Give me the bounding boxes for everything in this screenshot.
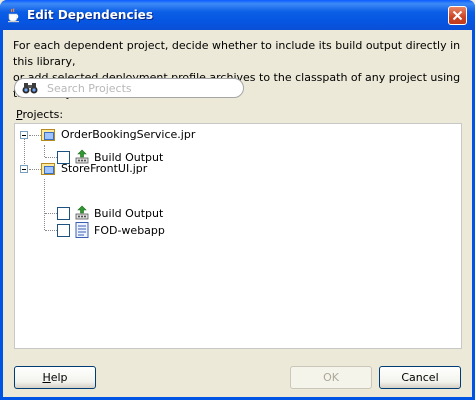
dialog-window: Edit Dependencies For each dependent pro… — [0, 0, 475, 400]
help-button[interactable]: Help — [14, 366, 96, 389]
projects-tree[interactable]: OrderBookingService.jpr Build Output Sto… — [14, 123, 462, 349]
project-folder-icon — [41, 129, 55, 141]
title-bar[interactable]: Edit Dependencies — [0, 0, 475, 30]
ok-button[interactable]: OK — [290, 366, 372, 389]
window-title: Edit Dependencies — [27, 8, 153, 22]
tree-connector — [29, 135, 41, 136]
tree-connector — [45, 213, 57, 214]
search-field[interactable] — [14, 78, 244, 98]
binoculars-icon — [22, 83, 38, 94]
help-label-rest: elp — [50, 371, 68, 384]
close-button[interactable] — [448, 6, 467, 25]
tree-node-orderbookingservice[interactable]: OrderBookingService.jpr — [61, 128, 195, 141]
tree-node-fod-webapp[interactable]: FOD-webapp — [94, 224, 165, 237]
search-input[interactable] — [47, 81, 237, 95]
tree-connector — [45, 230, 57, 231]
coffee-cup-icon — [8, 8, 19, 23]
cancel-button[interactable]: Cancel — [379, 366, 461, 389]
tree-connector — [29, 169, 41, 170]
build-output-icon — [75, 205, 89, 220]
description-line-1: For each dependent project, decide wheth… — [13, 39, 461, 68]
projects-label-rest: rojects: — [22, 108, 64, 121]
tree-branch-line-2 — [44, 179, 45, 230]
checkbox-storefront-build-output[interactable] — [57, 207, 70, 220]
tree-connector — [45, 157, 57, 158]
tree-node-build-output[interactable]: Build Output — [94, 207, 163, 220]
close-icon — [452, 10, 463, 21]
collapse-toggle-orderbooking[interactable] — [20, 131, 28, 139]
dialog-body: For each dependent project, decide wheth… — [3, 30, 472, 397]
tree-branch-line-1 — [44, 145, 45, 157]
help-mnemonic: H — [42, 371, 51, 384]
checkbox-fod-webapp[interactable] — [57, 224, 70, 237]
project-folder-icon — [41, 163, 55, 175]
collapse-toggle-storefront[interactable] — [20, 165, 28, 173]
tree-node-storefrontui[interactable]: StoreFrontUI.jpr — [61, 162, 147, 175]
deployment-profile-icon — [75, 222, 89, 238]
tree-root-line — [24, 136, 25, 168]
projects-label: Projects: — [16, 108, 63, 121]
